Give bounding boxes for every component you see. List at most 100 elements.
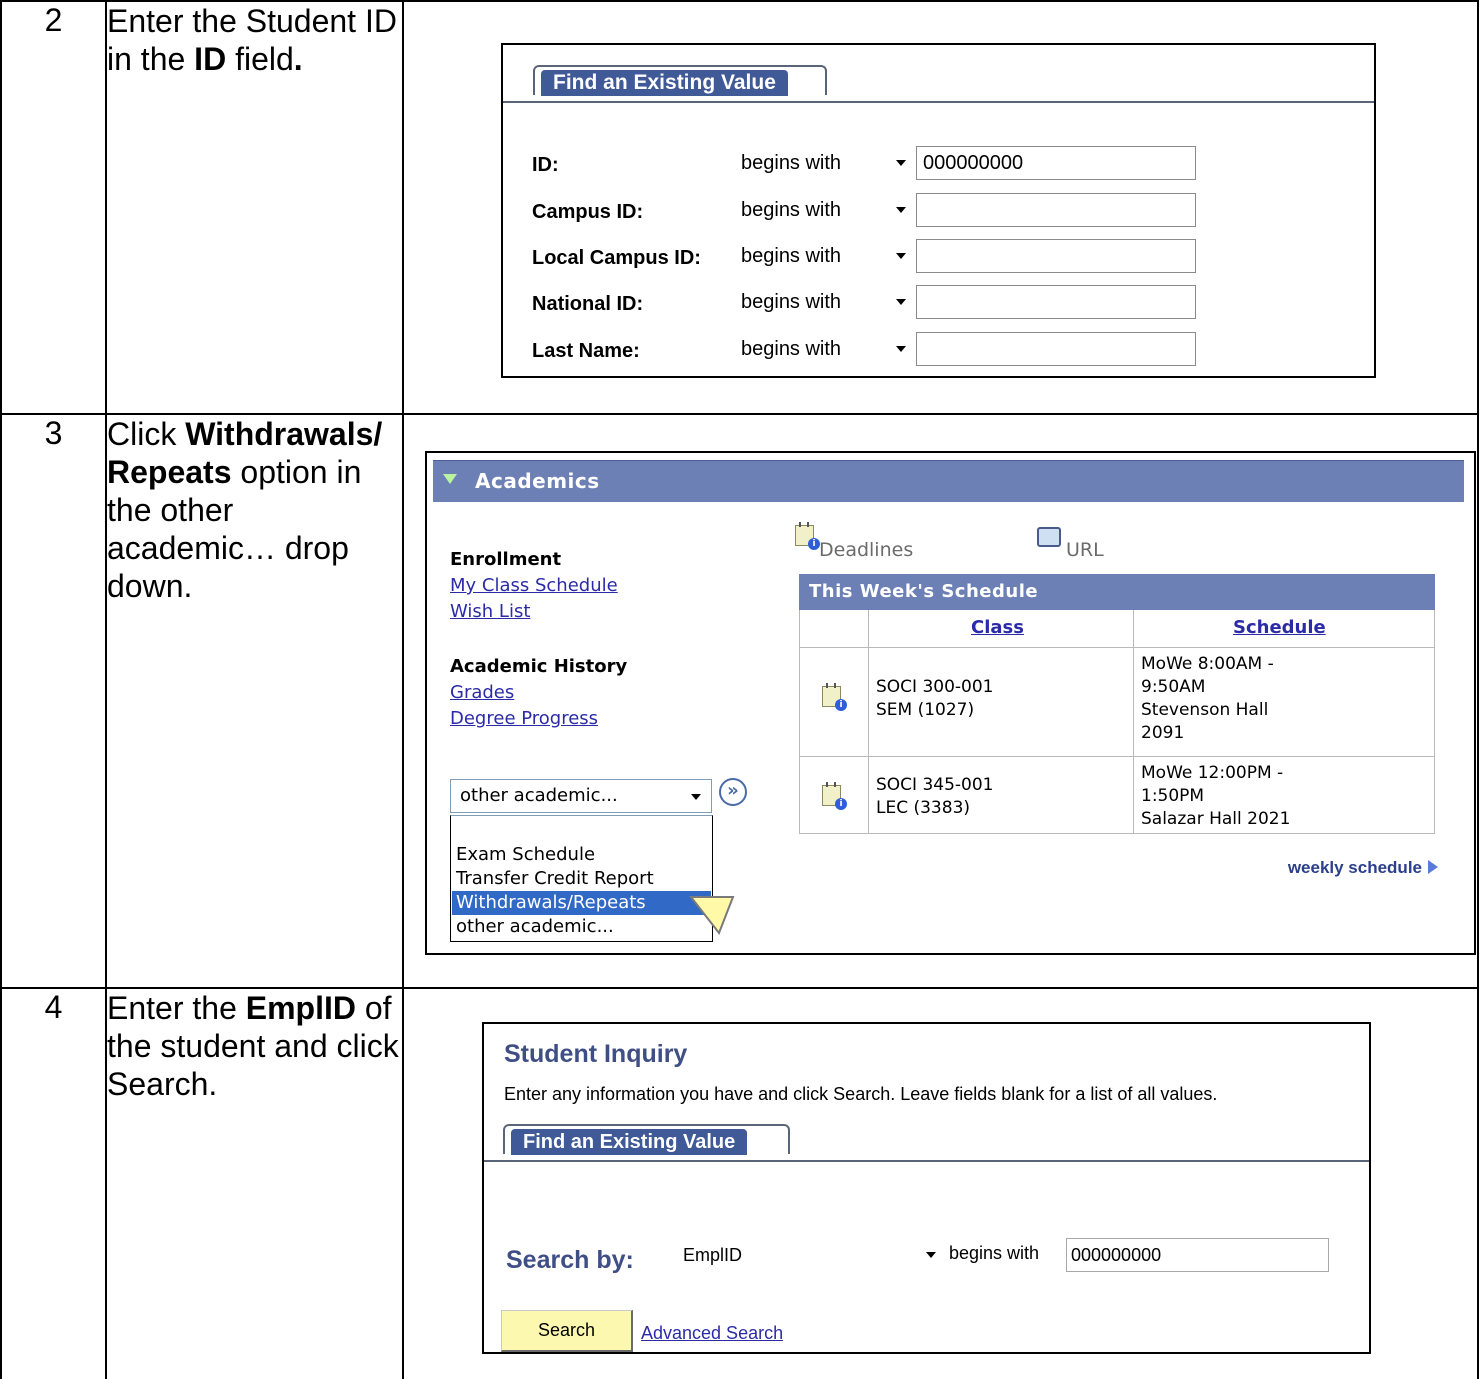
schedule-line: 2091 [1141,723,1185,743]
other-academic-select[interactable]: other academic... [450,779,712,813]
tab-label: Find an Existing Value [541,70,788,96]
instruction-text: Click [107,416,186,452]
tab-divider [503,101,1374,103]
class-cell: SOCI 345-001 LEC (3383) [876,774,994,820]
id-operator-select[interactable]: begins with [732,147,914,179]
url-link[interactable]: URL [1066,539,1104,561]
national-id-operator-select[interactable]: begins with [732,286,914,318]
academics-panel: Academics Enrollment My Class Schedule W… [425,451,1476,955]
select-value: begins with [741,338,842,360]
select-value: begins with [741,152,842,174]
advanced-search-link[interactable]: Advanced Search [641,1323,783,1344]
select-value: begins with [741,245,842,267]
url-monitor-icon [1037,527,1061,547]
schedule-line: MoWe 12:00PM - [1141,763,1284,783]
grades-link[interactable]: Grades [450,682,514,703]
wish-list-link[interactable]: Wish List [450,601,530,622]
tab-divider [484,1160,1369,1162]
step-number: 4 [0,987,107,1379]
class-code: SOCI 345-001 [876,775,994,795]
class-details-icon[interactable]: i [822,782,847,810]
instruction-emphasis: EmplID [245,990,356,1026]
local-campus-id-label: Local Campus ID: [532,247,701,269]
academics-title: Academics [475,469,600,493]
id-input[interactable]: 000000000 [916,146,1196,180]
calendar-ring [834,683,836,688]
local-campus-id-input[interactable] [916,239,1196,273]
info-dot-icon: i [835,699,847,711]
class-column-header[interactable]: Class [971,617,1024,638]
select-value: begins with [741,291,842,313]
calendar-ring [826,683,828,688]
schedule-line: 1:50PM [1141,786,1205,806]
step-row: 2 Enter the Student ID in the ID field. … [0,0,1479,415]
pointer-arrow-icon [689,896,735,936]
step-instruction: Enter the Student ID in the ID field. [105,0,404,415]
last-name-operator-select[interactable]: begins with [732,333,914,365]
academics-header[interactable]: Academics [433,460,1464,502]
chevron-down-icon [896,346,906,352]
option-other-academic[interactable]: other academic... [452,915,711,939]
calendar-ring [826,782,828,787]
national-id-label: National ID: [532,293,644,315]
search-button[interactable]: Search [501,1310,633,1352]
tab-label: Find an Existing Value [511,1129,748,1155]
campus-id-label: Campus ID: [532,201,644,223]
collapse-triangle-icon[interactable] [443,474,457,484]
search-by-label: Search by: [506,1246,634,1274]
go-button[interactable]: » [719,778,747,806]
chevron-down-icon [896,253,906,259]
option-exam-schedule[interactable]: Exam Schedule [452,843,711,867]
campus-id-operator-select[interactable]: begins with [732,194,914,226]
screenshot-cell: Academics Enrollment My Class Schedule W… [402,413,1479,989]
schedule-line: Stevenson Hall [1141,700,1269,720]
deadlines-link[interactable]: Deadlines [819,539,913,561]
find-existing-value-panel: Find an Existing Value ID: begins with 0… [501,43,1376,378]
step-number: 3 [0,413,107,989]
national-id-input[interactable] [916,285,1196,319]
instructions-text: Enter any information you have and click… [504,1084,1218,1104]
weekly-schedule-label: weekly schedule [1287,858,1422,877]
screenshot-cell: Student Inquiry Enter any information yo… [402,987,1479,1379]
chevron-down-icon [896,207,906,213]
other-academic-options: Exam Schedule Transfer Credit Report Wit… [450,815,713,942]
operator-text: begins with [949,1243,1040,1263]
last-name-input[interactable] [916,332,1196,366]
calendar-icon: i [795,522,820,550]
step-row: 3 Click Withdrawals/ Repeats option in t… [0,413,1479,989]
my-class-schedule-link[interactable]: My Class Schedule [450,575,618,596]
schedule-column-header[interactable]: Schedule [1233,617,1326,638]
step-instruction: Click Withdrawals/ Repeats option in the… [105,413,404,989]
academic-history-heading: Academic History [450,656,628,677]
degree-progress-link[interactable]: Degree Progress [450,708,598,729]
search-value-input[interactable]: 000000000 [1066,1238,1329,1272]
row-divider [800,647,1434,648]
option-withdrawals-repeats[interactable]: Withdrawals/Repeats [452,891,711,915]
page-title: Student Inquiry [504,1040,688,1068]
class-section: SEM (1027) [876,700,975,720]
step-row: 4 Enter the EmplID of the student and cl… [0,987,1479,1379]
option-transfer-credit-report[interactable]: Transfer Credit Report [452,867,711,891]
select-value: EmplID [683,1245,743,1265]
instruction-emphasis: ID [194,41,227,77]
screenshot-cell: Find an Existing Value ID: begins with 0… [402,0,1479,415]
search-by-select[interactable]: EmplID [673,1238,946,1272]
column-divider [868,610,869,833]
instruction-emphasis: . [293,41,303,77]
select-value: begins with [741,199,842,221]
class-details-icon[interactable]: i [822,683,847,711]
instruction-text: field [226,41,294,77]
class-cell: SOCI 300-001 SEM (1027) [876,676,994,722]
schedule-title: This Week's Schedule [799,574,1435,610]
class-section: LEC (3383) [876,798,971,818]
calendar-ring [834,782,836,787]
step-number: 2 [0,0,107,415]
weekly-schedule-link[interactable]: weekly schedule [1288,858,1438,878]
play-arrow-icon [1428,860,1438,874]
local-campus-id-operator-select[interactable]: begins with [732,240,914,272]
info-dot-icon: i [835,798,847,810]
tab-find-existing-value[interactable]: Find an Existing Value [503,1124,790,1155]
tab-find-existing-value[interactable]: Find an Existing Value [533,65,827,96]
campus-id-input[interactable] [916,193,1196,227]
schedule-line: Salazar Hall 2021 [1141,809,1291,829]
